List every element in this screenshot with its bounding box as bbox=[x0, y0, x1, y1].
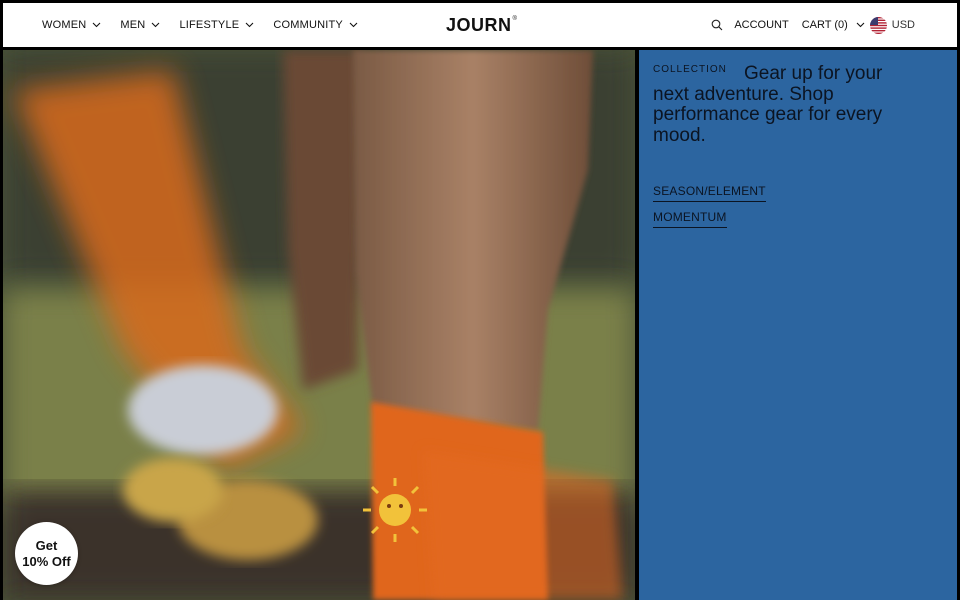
nav-lifestyle[interactable]: LIFESTYLE bbox=[179, 19, 254, 31]
search-icon[interactable] bbox=[711, 19, 723, 31]
discount-badge-line2: 10% Off bbox=[22, 553, 71, 569]
page-frame: WOMEN MEN LIFESTYLE COMMUNITY JOURN® ACC… bbox=[0, 0, 960, 600]
chevron-down-icon[interactable] bbox=[856, 22, 865, 28]
season-element-link[interactable]: SEASON/ELEMENT bbox=[653, 184, 766, 202]
nav-community-label: COMMUNITY bbox=[273, 19, 343, 31]
currency-selector[interactable]: USD bbox=[892, 19, 915, 31]
collection-headline: Gear up for your next adventure. Shop pe… bbox=[653, 63, 883, 146]
cart-link[interactable]: CART (0) bbox=[802, 19, 848, 31]
nav-women-label: WOMEN bbox=[42, 19, 87, 31]
collection-panel: COLLECTION Gear up for your next adventu… bbox=[639, 50, 957, 600]
registered-mark: ® bbox=[512, 16, 518, 22]
momentum-link[interactable]: MOMENTUM bbox=[653, 210, 727, 228]
chevron-down-icon bbox=[349, 22, 358, 28]
site-header: WOMEN MEN LIFESTYLE COMMUNITY JOURN® ACC… bbox=[3, 3, 957, 47]
chevron-down-icon bbox=[93, 22, 101, 28]
account-link[interactable]: ACCOUNT bbox=[734, 19, 788, 31]
nav-lifestyle-label: LIFESTYLE bbox=[179, 19, 240, 31]
chevron-down-icon bbox=[245, 22, 254, 28]
utility-nav: ACCOUNT CART (0) USD bbox=[711, 3, 915, 47]
brand-logo-text: JOURN bbox=[446, 15, 512, 35]
chevron-down-icon bbox=[152, 22, 160, 28]
us-flag-icon[interactable] bbox=[869, 16, 887, 34]
nav-men[interactable]: MEN bbox=[120, 19, 160, 31]
nav-men-label: MEN bbox=[120, 19, 146, 31]
main-nav: WOMEN MEN LIFESTYLE COMMUNITY bbox=[42, 19, 377, 31]
hero-image[interactable] bbox=[3, 50, 635, 600]
nav-community[interactable]: COMMUNITY bbox=[273, 19, 358, 31]
hero-photo bbox=[3, 50, 635, 600]
nav-women[interactable]: WOMEN bbox=[42, 19, 101, 31]
discount-badge-line1: Get bbox=[35, 537, 58, 553]
brand-logo[interactable]: JOURN® bbox=[446, 15, 517, 36]
discount-badge-button[interactable]: Get 10% Off bbox=[15, 522, 78, 585]
